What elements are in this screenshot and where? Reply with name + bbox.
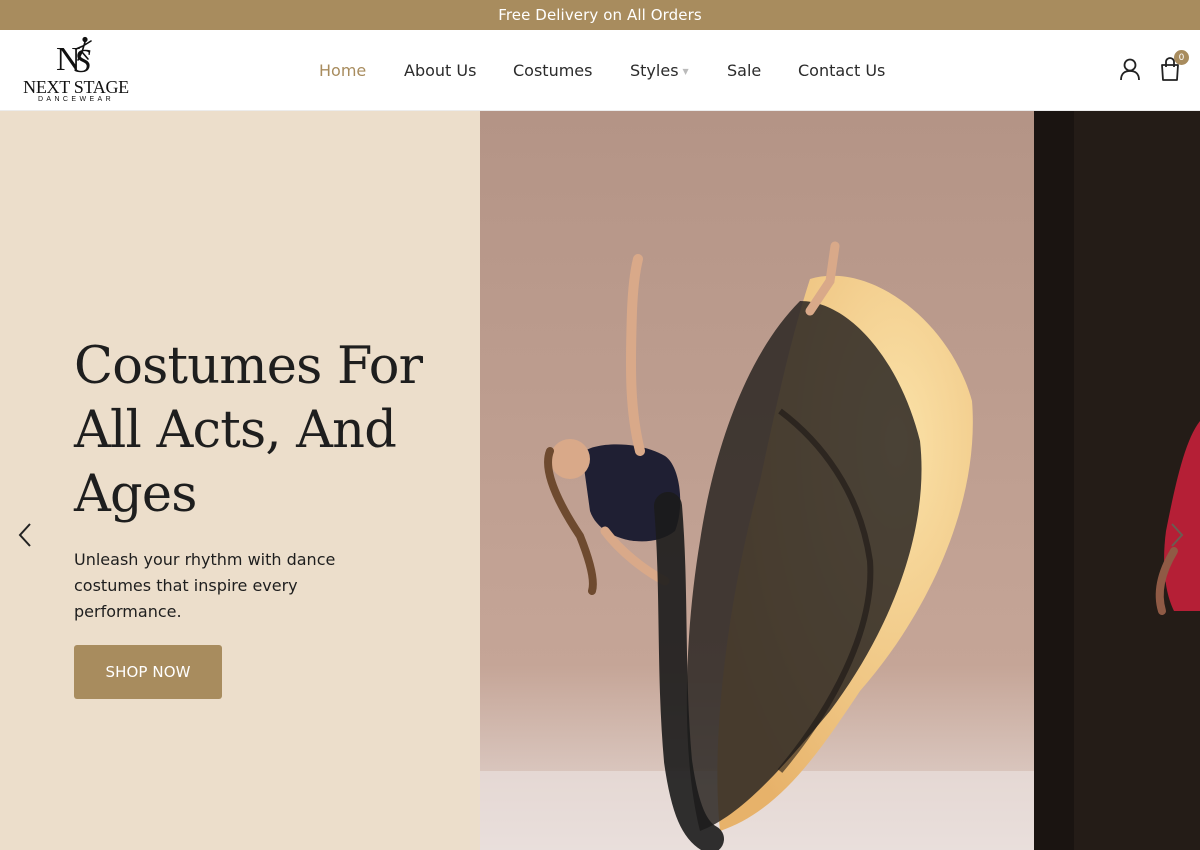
hero-headline-line-1: Costumes For <box>74 337 423 396</box>
chevron-down-icon: ▼ <box>682 66 689 76</box>
nav-about-us-label: About Us <box>404 60 477 80</box>
nav-contact-us-label: Contact Us <box>798 60 886 80</box>
hero-headline: Costumes For All Acts, And Ages <box>74 335 454 527</box>
shop-now-label: SHOP NOW <box>105 663 191 681</box>
nav-contact-us[interactable]: Contact Us <box>798 30 885 110</box>
chevron-left-icon[interactable] <box>14 521 36 549</box>
cart-button[interactable]: 0 <box>1158 50 1189 82</box>
hero-headline-line-2: All Acts, And <box>74 401 397 460</box>
hero-dancer-image <box>480 111 1034 850</box>
chevron-right-icon[interactable] <box>1166 521 1188 549</box>
hero-headline-line-3: Ages <box>74 465 197 524</box>
nav-sale[interactable]: Sale <box>727 30 761 110</box>
announcement-text: Free Delivery on All Orders <box>498 6 702 24</box>
nav-styles[interactable]: Styles ▼ <box>630 30 689 110</box>
shop-now-button[interactable]: SHOP NOW <box>74 645 222 699</box>
cart-count-badge: 0 <box>1174 50 1189 65</box>
main-nav: Home About Us Costumes Styles ▼ Sale Con… <box>0 30 1200 110</box>
nav-home[interactable]: Home <box>319 30 366 110</box>
hero-text-panel: Costumes For All Acts, And Ages Unleash … <box>0 111 480 850</box>
nav-costumes-label: Costumes <box>513 60 593 80</box>
nav-sale-label: Sale <box>727 60 762 80</box>
announcement-bar: Free Delivery on All Orders <box>0 0 1200 30</box>
next-slide-image <box>1034 111 1200 850</box>
hero-slider: Costumes For All Acts, And Ages Unleash … <box>0 111 1200 850</box>
nav-about-us[interactable]: About Us <box>404 30 476 110</box>
nav-costumes[interactable]: Costumes <box>513 30 592 110</box>
user-icon[interactable] <box>1117 56 1143 82</box>
nav-styles-label: Styles <box>630 60 679 80</box>
nav-home-label: Home <box>319 60 367 80</box>
hero-subtext: Unleash your rhythm with dance costumes … <box>74 550 336 621</box>
site-header: N S NEXT STAGE DANCEWEAR Home About Us C… <box>0 30 1200 111</box>
